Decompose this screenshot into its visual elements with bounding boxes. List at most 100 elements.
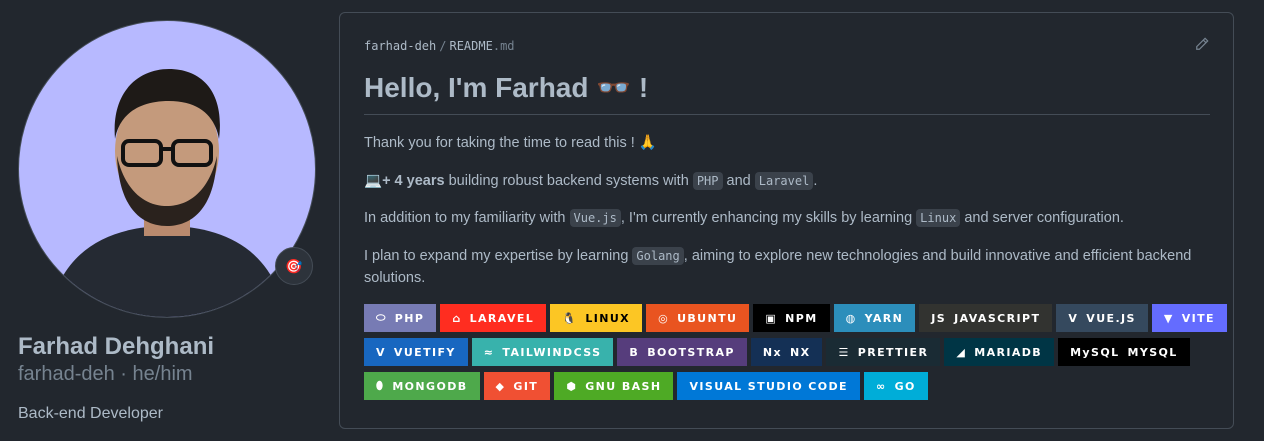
laravel-icon: ⌂: [452, 311, 462, 325]
yarn-icon: ◍: [845, 311, 857, 325]
badge-label: NX: [789, 345, 811, 359]
text-span: and: [722, 173, 755, 189]
badge-row: ⬮ MONGODB ◆ GIT ⬢ GNU BASH VISUAL STUDIO CODE ∞…: [364, 372, 1214, 400]
profile-name: Farhad Dehghani: [18, 333, 215, 360]
badge-label: VITE: [1181, 311, 1215, 325]
readme-card: farhad-deh / README.md Hello, I'm Farhad 👓…: [339, 12, 1234, 429]
badge-bootstrap[interactable]: B BOOTSTRAP: [617, 338, 747, 366]
badge-git[interactable]: ◆ GIT: [483, 372, 551, 400]
code-vuejs: Vue.js: [569, 209, 621, 227]
badge-label: MARIADB: [974, 345, 1043, 359]
badge-php[interactable]: ⬭ PHP: [364, 304, 437, 332]
mariadb-icon: ◢: [956, 345, 967, 359]
badge-ubuntu[interactable]: ◎ UBUNTU: [646, 304, 750, 332]
text-span: building robust backend systems with: [444, 173, 693, 189]
badge-label: GNU BASH: [585, 379, 662, 393]
profile-bio: Back-end Developer: [18, 405, 163, 422]
gnu-bash-icon: ⬢: [566, 379, 578, 393]
mongodb-icon: ⬮: [376, 379, 385, 392]
text-span: In addition to my familiarity with: [364, 210, 570, 226]
code-linux: Linux: [916, 209, 961, 227]
mysql-icon: MySQL: [1070, 345, 1120, 359]
badge-label: VUETIFY: [393, 345, 456, 359]
badge-label: MYSQL: [1127, 345, 1178, 359]
badge-label: TAILWINDCSS: [502, 345, 602, 359]
badge-visual-studio-code[interactable]: VISUAL STUDIO CODE: [677, 372, 860, 400]
tech-badges: ⬭ PHP ⌂ LARAVEL 🐧 LINUX ◎ UBUNTU ▣ NPM ◍ YARN JS JAVA…: [364, 304, 1227, 406]
readme-user-link[interactable]: farhad-deh: [364, 39, 436, 53]
badge-label: JAVASCRIPT: [954, 311, 1041, 325]
paragraph-plans: I plan to expand my expertise by learnin…: [364, 245, 1194, 289]
badge-label: LINUX: [585, 311, 631, 325]
badge-label: BOOTSTRAP: [647, 345, 735, 359]
vite-icon: ▼: [1163, 311, 1174, 325]
status-emoji: 🎯: [285, 257, 303, 274]
avatar-portrait: [49, 69, 285, 317]
npm-icon: ▣: [765, 311, 778, 325]
nx-icon: Nx: [762, 345, 782, 359]
tailwindcss-icon: ≈: [483, 345, 495, 359]
badge-go[interactable]: ∞ GO: [863, 372, 928, 400]
vue-js-icon: V: [1068, 311, 1079, 325]
text-span: and server configuration.: [960, 210, 1124, 226]
badge-vite[interactable]: ▼ VITE: [1151, 304, 1227, 332]
paragraph-experience: 💻+ 4 years building robust backend syste…: [364, 170, 1194, 192]
readme-file-link[interactable]: README: [449, 39, 492, 53]
badge-row: V VUETIFY ≈ TAILWINDCSS B BOOTSTRAP Nx NX ☰ PRETT…: [364, 338, 1214, 366]
readme-path: farhad-deh / README.md: [364, 39, 515, 53]
linux-icon: 🐧: [562, 311, 578, 325]
badge-label: VUE.JS: [1086, 311, 1136, 325]
profile-handle: farhad-deh · he/him: [18, 363, 193, 385]
code-php: PHP: [692, 172, 723, 190]
badge-label: GO: [894, 379, 916, 393]
edit-pencil-icon[interactable]: [1195, 37, 1209, 56]
php-icon: ⬭: [376, 311, 387, 324]
badge-linux[interactable]: 🐧 LINUX: [550, 304, 643, 332]
status-emoji-icon[interactable]: 🎯: [275, 247, 313, 285]
readme-file-ext: .md: [492, 39, 515, 53]
badge-mariadb[interactable]: ◢ MARIADB: [944, 338, 1055, 366]
badge-laravel[interactable]: ⌂ LARAVEL: [440, 304, 547, 332]
javascript-icon: JS: [931, 311, 947, 325]
badge-mongodb[interactable]: ⬮ MONGODB: [364, 372, 480, 400]
text-span: I plan to expand my expertise by learnin…: [364, 248, 633, 264]
bootstrap-icon: B: [629, 345, 640, 359]
badge-gnu-bash[interactable]: ⬢ GNU BASH: [554, 372, 674, 400]
badge-label: PHP: [394, 311, 425, 325]
code-golang: Golang: [632, 247, 684, 265]
badge-vue-js[interactable]: V VUE.JS: [1056, 304, 1148, 332]
code-laravel: Laravel: [754, 172, 814, 190]
text-span: , I'm currently enhancing my skills by l…: [620, 210, 917, 226]
badge-label: VISUAL STUDIO CODE: [689, 379, 848, 393]
badge-javascript[interactable]: JS JAVASCRIPT: [919, 304, 1053, 332]
paragraph-familiarity: In addition to my familiarity with Vue.j…: [364, 207, 1194, 229]
badge-mysql[interactable]: MySQL MYSQL: [1058, 338, 1190, 366]
badge-row: ⬭ PHP ⌂ LARAVEL 🐧 LINUX ◎ UBUNTU ▣ NPM ◍ YARN JS JAVA…: [364, 304, 1227, 332]
badge-yarn[interactable]: ◍ YARN: [833, 304, 916, 332]
badge-label: LARAVEL: [469, 311, 535, 325]
paragraph-thanks: Thank you for taking the time to read th…: [364, 135, 657, 151]
experience-years: + 4 years: [382, 173, 445, 189]
badge-npm[interactable]: ▣ NPM: [753, 304, 830, 332]
avatar[interactable]: [18, 20, 316, 318]
ubuntu-icon: ◎: [658, 311, 670, 325]
badge-label: YARN: [864, 311, 904, 325]
badge-vuetify[interactable]: V VUETIFY: [364, 338, 468, 366]
go-icon: ∞: [875, 379, 887, 393]
vuetify-icon: V: [376, 345, 386, 359]
badge-label: GIT: [513, 379, 539, 393]
prettier-icon: ☰: [838, 345, 850, 359]
badge-label: MONGODB: [392, 379, 468, 393]
avatar-container: 🎯: [18, 20, 316, 318]
badge-tailwindcss[interactable]: ≈ TAILWINDCSS: [471, 338, 614, 366]
badge-label: NPM: [785, 311, 818, 325]
badge-label: UBUNTU: [677, 311, 738, 325]
badge-label: PRETTIER: [857, 345, 929, 359]
badge-nx[interactable]: Nx NX: [750, 338, 823, 366]
git-icon: ◆: [495, 379, 506, 393]
laptop-emoji: 💻: [364, 173, 383, 189]
path-separator: /: [439, 39, 447, 53]
badge-prettier[interactable]: ☰ PRETTIER: [826, 338, 941, 366]
text-span: .: [813, 173, 818, 189]
readme-title: Hello, I'm Farhad 👓 !: [364, 71, 1210, 115]
